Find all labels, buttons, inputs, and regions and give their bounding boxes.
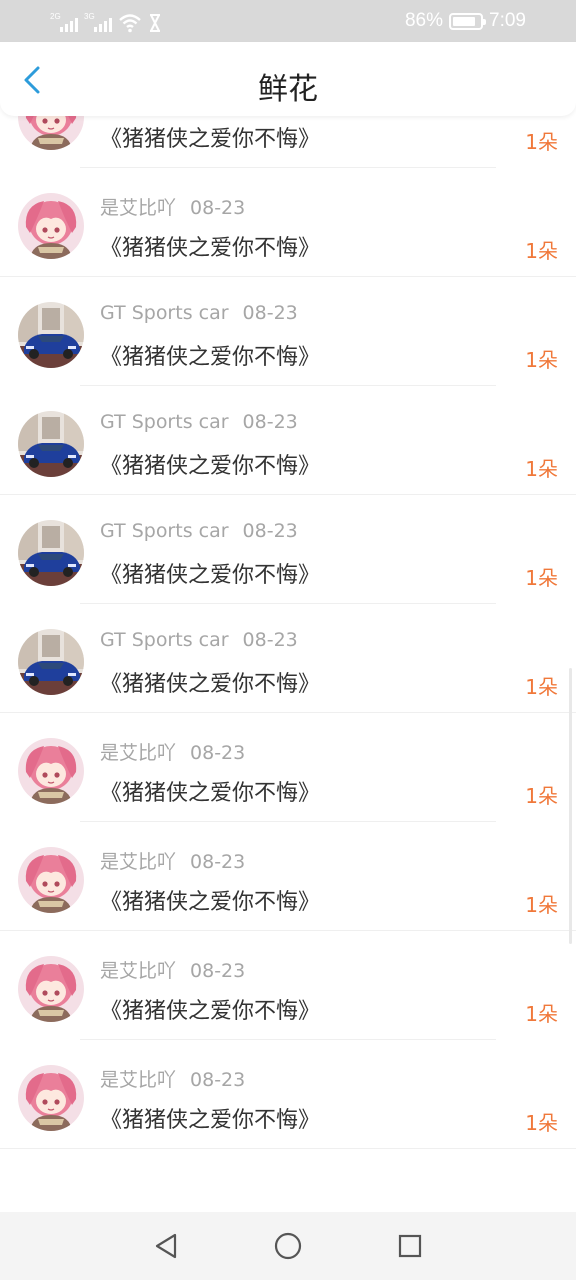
flower-record-list[interactable]: 是艾比吖08-23《猪猪侠之爱你不悔》1朵是艾比吖08-23《猪猪侠之爱你不悔》… xyxy=(0,96,576,1212)
page-title: 鲜花 xyxy=(258,72,318,107)
avatar[interactable] xyxy=(18,411,84,477)
avatar[interactable] xyxy=(18,1065,84,1131)
work-title: 《猪猪侠之爱你不悔》 xyxy=(100,890,321,915)
sender-line: GT Sports car 08-23 xyxy=(100,302,298,324)
list-item[interactable]: GT Sports car 08-23 《猪猪侠之爱你不悔》 1朵 xyxy=(0,604,576,713)
flower-count: 1朵 xyxy=(525,130,558,154)
list-item[interactable]: GT Sports car 08-23 《猪猪侠之爱你不悔》 1朵 xyxy=(0,277,576,386)
list-item[interactable]: 是艾比吖 08-23 《猪猪侠之爱你不悔》 1朵 xyxy=(0,168,576,277)
send-date: 08-23 xyxy=(242,302,298,324)
system-nav-bar xyxy=(0,1212,576,1280)
work-title: 《猪猪侠之爱你不悔》 xyxy=(100,672,321,697)
list-item[interactable]: GT Sports car 08-23 《猪猪侠之爱你不悔》 1朵 xyxy=(0,495,576,604)
scrollbar[interactable] xyxy=(569,668,572,944)
triangle-back-icon xyxy=(155,1233,177,1259)
avatar[interactable] xyxy=(18,956,84,1022)
sender-name[interactable]: GT Sports car xyxy=(100,411,229,433)
sender-name[interactable]: 是艾比吖 xyxy=(100,960,176,982)
send-date: 08-23 xyxy=(190,851,246,873)
send-date: 08-23 xyxy=(242,411,298,433)
work-title: 《猪猪侠之爱你不悔》 xyxy=(100,563,321,588)
send-date: 08-23 xyxy=(242,629,298,651)
flower-count: 1朵 xyxy=(525,1111,558,1135)
work-title: 《猪猪侠之爱你不悔》 xyxy=(100,999,321,1024)
work-title: 《猪猪侠之爱你不悔》 xyxy=(100,781,321,806)
hourglass-icon xyxy=(150,14,160,32)
send-date: 08-23 xyxy=(242,520,298,542)
sender-name[interactable]: 是艾比吖 xyxy=(100,742,176,764)
flower-count: 1朵 xyxy=(525,348,558,372)
work-title: 《猪猪侠之爱你不悔》 xyxy=(100,1108,321,1133)
list-item[interactable]: 是艾比吖 08-23 《猪猪侠之爱你不悔》 1朵 xyxy=(0,1040,576,1149)
circle-home-icon xyxy=(274,1232,302,1260)
send-date: 08-23 xyxy=(190,960,246,982)
battery-icon xyxy=(449,12,487,30)
flower-count: 1朵 xyxy=(525,239,558,263)
sender-name[interactable]: GT Sports car xyxy=(100,520,229,542)
status-right: 86% 7:09 xyxy=(405,8,526,34)
work-title: 《猪猪侠之爱你不悔》 xyxy=(100,127,321,152)
avatar[interactable] xyxy=(18,302,84,368)
flower-count: 1朵 xyxy=(525,457,558,481)
wifi-icon xyxy=(119,14,141,33)
flower-count: 1朵 xyxy=(525,784,558,808)
sender-name[interactable]: 是艾比吖 xyxy=(100,1069,176,1091)
avatar[interactable] xyxy=(18,738,84,804)
sender-line: 是艾比吖 08-23 xyxy=(100,1065,245,1092)
flower-count: 1朵 xyxy=(525,675,558,699)
sender-line: 是艾比吖 08-23 xyxy=(100,956,245,983)
row-divider xyxy=(0,1148,576,1149)
sim2-signal-icon: 3G xyxy=(84,12,112,34)
header: 鲜花 xyxy=(0,42,576,116)
send-date: 08-23 xyxy=(190,742,246,764)
nav-back-button[interactable] xyxy=(150,1230,182,1262)
sender-name[interactable]: 是艾比吖 xyxy=(100,197,176,219)
sender-line: 是艾比吖 08-23 xyxy=(100,847,245,874)
list-item[interactable]: 是艾比吖 08-23 《猪猪侠之爱你不悔》 1朵 xyxy=(0,931,576,1040)
clock: 7:09 xyxy=(489,10,526,31)
sender-line: GT Sports car 08-23 xyxy=(100,629,298,651)
sim1-signal-icon: 2G xyxy=(50,12,78,34)
sender-name[interactable]: GT Sports car xyxy=(100,302,229,324)
work-title: 《猪猪侠之爱你不悔》 xyxy=(100,236,321,261)
sender-name[interactable]: 是艾比吖 xyxy=(100,851,176,873)
flower-count: 1朵 xyxy=(525,566,558,590)
sender-line: 是艾比吖 08-23 xyxy=(100,738,245,765)
flower-count: 1朵 xyxy=(525,1002,558,1026)
square-recents-icon xyxy=(398,1234,422,1258)
avatar[interactable] xyxy=(18,629,84,695)
list-item[interactable]: 是艾比吖 08-23 《猪猪侠之爱你不悔》 1朵 xyxy=(0,822,576,931)
battery-percent: 86% xyxy=(404,10,444,31)
status-left-icons: 2G 3G xyxy=(50,8,162,34)
work-title: 《猪猪侠之爱你不悔》 xyxy=(100,345,321,370)
sender-name[interactable]: GT Sports car xyxy=(100,629,229,651)
work-title: 《猪猪侠之爱你不悔》 xyxy=(100,454,321,479)
nav-recents-button[interactable] xyxy=(394,1230,426,1262)
flower-count: 1朵 xyxy=(525,893,558,917)
list-item[interactable]: GT Sports car 08-23 《猪猪侠之爱你不悔》 1朵 xyxy=(0,386,576,495)
nav-home-button[interactable] xyxy=(272,1230,304,1262)
send-date: 08-23 xyxy=(190,1069,246,1091)
sender-line: GT Sports car 08-23 xyxy=(100,411,298,433)
list-item[interactable]: 是艾比吖 08-23 《猪猪侠之爱你不悔》 1朵 xyxy=(0,713,576,822)
sender-line: GT Sports car 08-23 xyxy=(100,520,298,542)
send-date: 08-23 xyxy=(190,197,246,219)
status-bar: 2G 3G 86% 7:09 xyxy=(0,0,576,42)
sender-line: 是艾比吖 08-23 xyxy=(100,193,245,220)
avatar[interactable] xyxy=(18,193,84,259)
avatar[interactable] xyxy=(18,520,84,586)
avatar[interactable] xyxy=(18,847,84,913)
